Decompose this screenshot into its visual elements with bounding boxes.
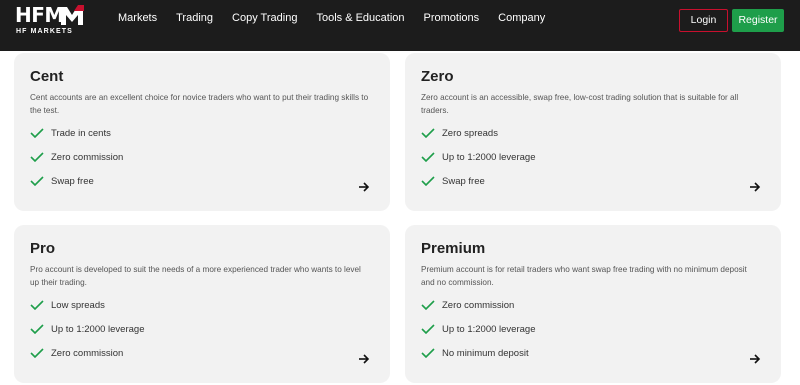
nav-company[interactable]: Company [498,12,545,24]
check-icon [421,176,435,186]
feature-item: No minimum deposit [421,341,535,365]
feature-label: Up to 1:2000 leverage [442,323,536,335]
feature-label: Swap free [442,175,485,187]
check-icon [30,176,44,186]
feature-label: Zero commission [51,347,124,359]
account-card-premium: Premium Premium account is for retail tr… [405,225,781,383]
nav-markets[interactable]: Markets [118,12,157,24]
account-card-pro: Pro Pro account is developed to suit the… [14,225,390,383]
nav-promotions[interactable]: Promotions [424,12,480,24]
main-menu: Markets Trading Copy Trading Tools & Edu… [118,12,564,24]
account-card-cent: Cent Cent accounts are an excellent choi… [14,53,390,211]
feature-label: Zero commission [442,299,515,311]
check-icon [421,128,435,138]
top-navigation-bar: HFM HF MARKETS Markets Trading Copy Trad… [0,0,800,51]
feature-label: Swap free [51,175,94,187]
feature-label: Zero commission [51,151,124,163]
arrow-right-icon[interactable] [749,354,761,364]
nav-tools-education[interactable]: Tools & Education [316,12,404,24]
card-title: Pro [30,240,56,257]
check-icon [30,300,44,310]
feature-list: Zero commission Up to 1:2000 leverage No… [421,293,535,365]
feature-item: Trade in cents [30,121,123,145]
check-icon [30,152,44,162]
logo-wordmark: HFM [15,3,64,27]
card-description: Pro account is developed to suit the nee… [30,265,361,287]
feature-item: Low spreads [30,293,144,317]
feature-label: Low spreads [51,299,105,311]
feature-item: Zero spreads [421,121,535,145]
feature-item: Zero commission [30,341,144,365]
nav-trading[interactable]: Trading [176,12,213,24]
check-icon [30,348,44,358]
feature-item: Swap free [421,169,535,193]
feature-list: Trade in cents Zero commission Swap free [30,121,123,193]
feature-label: Zero spreads [442,127,498,139]
card-title: Zero [421,68,454,85]
feature-item: Up to 1:2000 leverage [421,317,535,341]
logo-red-m-mark [61,5,84,25]
feature-list: Low spreads Up to 1:2000 leverage Zero c… [30,293,144,365]
card-description: Cent accounts are an excellent choice fo… [30,93,369,115]
check-icon [421,324,435,334]
check-icon [421,300,435,310]
card-description: Premium account is for retail traders wh… [421,265,747,287]
arrow-right-icon[interactable] [358,354,370,364]
login-button[interactable]: Login [679,9,728,32]
card-title: Cent [30,68,64,85]
feature-item: Swap free [30,169,123,193]
nav-copy-trading[interactable]: Copy Trading [232,12,297,24]
feature-label: Up to 1:2000 leverage [51,323,145,335]
check-icon [30,128,44,138]
feature-label: No minimum deposit [442,347,529,359]
logo-tagline: HF MARKETS [16,28,73,35]
account-card-zero: Zero Zero account is an accessible, swap… [405,53,781,211]
feature-label: Trade in cents [51,127,111,139]
feature-item: Up to 1:2000 leverage [421,145,535,169]
check-icon [30,324,44,334]
check-icon [421,348,435,358]
arrow-right-icon[interactable] [749,182,761,192]
feature-item: Up to 1:2000 leverage [30,317,144,341]
arrow-right-icon[interactable] [358,182,370,192]
feature-list: Zero spreads Up to 1:2000 leverage Swap … [421,121,535,193]
card-description: Zero account is an accessible, swap free… [421,93,739,115]
check-icon [421,152,435,162]
feature-item: Zero commission [421,293,535,317]
hfm-logo[interactable]: HFM HF MARKETS [15,4,85,38]
register-button[interactable]: Register [732,9,784,32]
feature-label: Up to 1:2000 leverage [442,151,536,163]
feature-item: Zero commission [30,145,123,169]
card-title: Premium [421,240,486,257]
